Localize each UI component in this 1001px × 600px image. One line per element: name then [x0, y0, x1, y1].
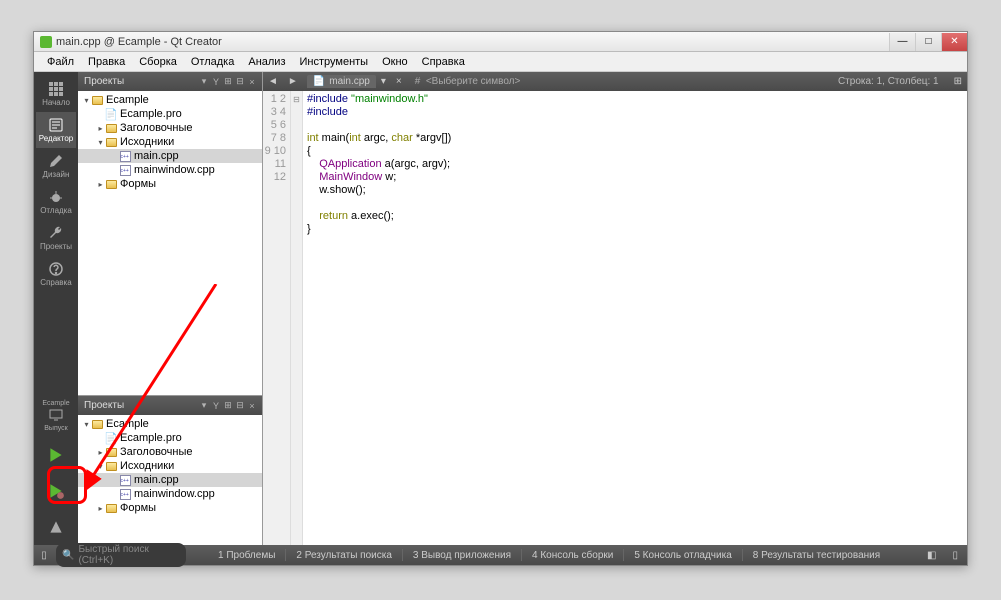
panel-title: Проекты — [82, 400, 198, 411]
tree-row[interactable]: ▸Формы — [78, 501, 262, 515]
tab-label: main.cpp — [329, 76, 370, 87]
maximize-button[interactable]: □ — [915, 33, 941, 51]
grid-icon — [48, 81, 64, 97]
line-gutter: 1 2 3 4 5 6 7 8 9 10 11 12 — [263, 91, 291, 545]
symbol-selector[interactable]: # <Выберите символ> — [407, 76, 838, 87]
panel-close-icon[interactable]: × — [246, 401, 258, 411]
split-icon[interactable]: ⊞ — [949, 76, 967, 87]
window: main.cpp @ Ecample - Qt Creator — □ ✕ Фа… — [33, 31, 968, 566]
mode-help[interactable]: Справка — [36, 256, 76, 292]
search-placeholder: Быстрый поиск (Ctrl+K) — [78, 544, 180, 566]
panel-title: Проекты — [82, 76, 198, 87]
wrench-icon — [48, 225, 64, 241]
tree-row[interactable]: ▾Ecample — [78, 417, 262, 431]
menu-справка[interactable]: Справка — [415, 56, 472, 68]
code-text[interactable]: #include "mainwindow.h" #include int mai… — [303, 91, 967, 545]
output-pane-tab[interactable]: 8 Результаты тестирования — [753, 550, 880, 561]
titlebar: main.cpp @ Ecample - Qt Creator — □ ✕ — [34, 32, 967, 52]
run-button[interactable] — [40, 440, 72, 470]
mode-bug[interactable]: Отладка — [36, 184, 76, 220]
tree-row[interactable]: mainwindow.cpp — [78, 487, 262, 501]
pencil-icon — [48, 153, 64, 169]
menu-правка[interactable]: Правка — [81, 56, 132, 68]
tab-close-icon[interactable]: × — [391, 76, 407, 87]
output-pane-tab[interactable]: 4 Консоль сборки — [532, 550, 613, 561]
mode-grid[interactable]: Начало — [36, 76, 76, 112]
quick-search[interactable]: 🔍 Быстрый поиск (Ctrl+K) — [56, 543, 186, 567]
help-icon — [48, 261, 64, 277]
mode-sidebar: НачалоРедакторДизайнОтладкаПроектыСправк… — [34, 72, 78, 545]
projects-panel-top: Проекты ▾ Y ⊞ ⊟ × ▾Ecample📄Ecample.pro▸З… — [78, 72, 262, 395]
panel-dropdown-icon[interactable]: ▾ — [198, 400, 210, 411]
close-button[interactable]: ✕ — [941, 33, 967, 51]
editor-tab[interactable]: 📄 main.cpp — [307, 75, 376, 88]
kit-selector[interactable]: EcampleВыпуск — [36, 395, 76, 437]
project-tree[interactable]: ▾Ecample📄Ecample.pro▸Заголовочные▾Исходн… — [78, 91, 262, 395]
tab-dropdown-icon[interactable]: ▾ — [376, 76, 391, 87]
mode-wrench[interactable]: Проекты — [36, 220, 76, 256]
projects-panel-bottom: Проекты ▾ Y ⊞ ⊟ × ▾Ecample📄Ecample.pro▸З… — [78, 395, 262, 545]
menu-отладка[interactable]: Отладка — [184, 56, 241, 68]
sync-icon[interactable]: ⊞ — [222, 76, 234, 87]
tree-row[interactable]: ▾Исходники — [78, 459, 262, 473]
panel-close-icon[interactable]: × — [246, 77, 258, 87]
project-tree[interactable]: ▾Ecample📄Ecample.pro▸Заголовочные▾Исходн… — [78, 415, 262, 545]
output-pane-tab[interactable]: 2 Результаты поиска — [296, 550, 392, 561]
sidebar-toggle-icon[interactable]: ▯ — [947, 550, 963, 561]
fold-gutter[interactable]: ⊟ — [291, 91, 303, 545]
menubar: ФайлПравкаСборкаОтладкаАнализИнструменты… — [34, 52, 967, 72]
tree-row[interactable]: ▸Заголовочные — [78, 445, 262, 459]
search-icon: 🔍 — [62, 550, 74, 561]
menu-окно[interactable]: Окно — [375, 56, 415, 68]
run-debug-button[interactable] — [40, 476, 72, 506]
menu-файл[interactable]: Файл — [40, 56, 81, 68]
locator-icon[interactable]: ▯ — [38, 550, 50, 561]
tree-row[interactable]: 📄Ecample.pro — [78, 107, 262, 121]
tree-row[interactable]: mainwindow.cpp — [78, 163, 262, 177]
bug-icon — [48, 189, 64, 205]
split-icon[interactable]: ⊟ — [234, 400, 246, 411]
sync-icon[interactable]: ⊞ — [222, 400, 234, 411]
file-icon: 📄 — [313, 76, 325, 87]
side-panels: Проекты ▾ Y ⊞ ⊟ × ▾Ecample📄Ecample.pro▸З… — [78, 72, 263, 545]
tree-row[interactable]: ▸Формы — [78, 177, 262, 191]
filter-icon[interactable]: Y — [210, 77, 222, 87]
edit-icon — [48, 117, 64, 133]
output-pane-tab[interactable]: 3 Вывод приложения — [413, 550, 511, 561]
tree-row[interactable]: main.cpp — [78, 149, 262, 163]
panel-dropdown-icon[interactable]: ▾ — [198, 76, 210, 87]
monitor-icon — [48, 407, 64, 423]
tree-row[interactable]: main.cpp — [78, 473, 262, 487]
menu-анализ[interactable]: Анализ — [241, 56, 292, 68]
window-title: main.cpp @ Ecample - Qt Creator — [56, 36, 889, 48]
minimize-button[interactable]: — — [889, 33, 915, 51]
output-pane-tab[interactable]: 1 Проблемы — [218, 550, 275, 561]
nav-fwd-icon[interactable]: ► — [283, 76, 303, 87]
split-icon[interactable]: ⊟ — [234, 76, 246, 87]
statusbar: ▯ 🔍 Быстрый поиск (Ctrl+K) 1 Проблемы 2 Р… — [34, 545, 967, 565]
app-icon — [40, 36, 52, 48]
nav-back-icon[interactable]: ◄ — [263, 76, 283, 87]
output-pane-tab[interactable]: 5 Консоль отладчика — [634, 550, 731, 561]
line-col-indicator[interactable]: Строка: 1, Столбец: 1 — [838, 76, 949, 87]
mode-edit[interactable]: Редактор — [36, 112, 76, 148]
menu-инструменты[interactable]: Инструменты — [293, 56, 376, 68]
code-area[interactable]: 1 2 3 4 5 6 7 8 9 10 11 12 ⊟ #include "m… — [263, 91, 967, 545]
tree-row[interactable]: 📄Ecample.pro — [78, 431, 262, 445]
tree-row[interactable]: ▾Ecample — [78, 93, 262, 107]
menu-сборка[interactable]: Сборка — [132, 56, 184, 68]
tree-row[interactable]: ▸Заголовочные — [78, 121, 262, 135]
mode-pencil[interactable]: Дизайн — [36, 148, 76, 184]
tree-row[interactable]: ▾Исходники — [78, 135, 262, 149]
output-toggle-icon[interactable]: ◧ — [922, 550, 941, 561]
editor-toolbar: ◄ ► 📄 main.cpp ▾ × # <Выберите символ> С… — [263, 72, 967, 91]
build-button[interactable] — [40, 512, 72, 542]
filter-icon[interactable]: Y — [210, 401, 222, 411]
editor: ◄ ► 📄 main.cpp ▾ × # <Выберите символ> С… — [263, 72, 967, 545]
